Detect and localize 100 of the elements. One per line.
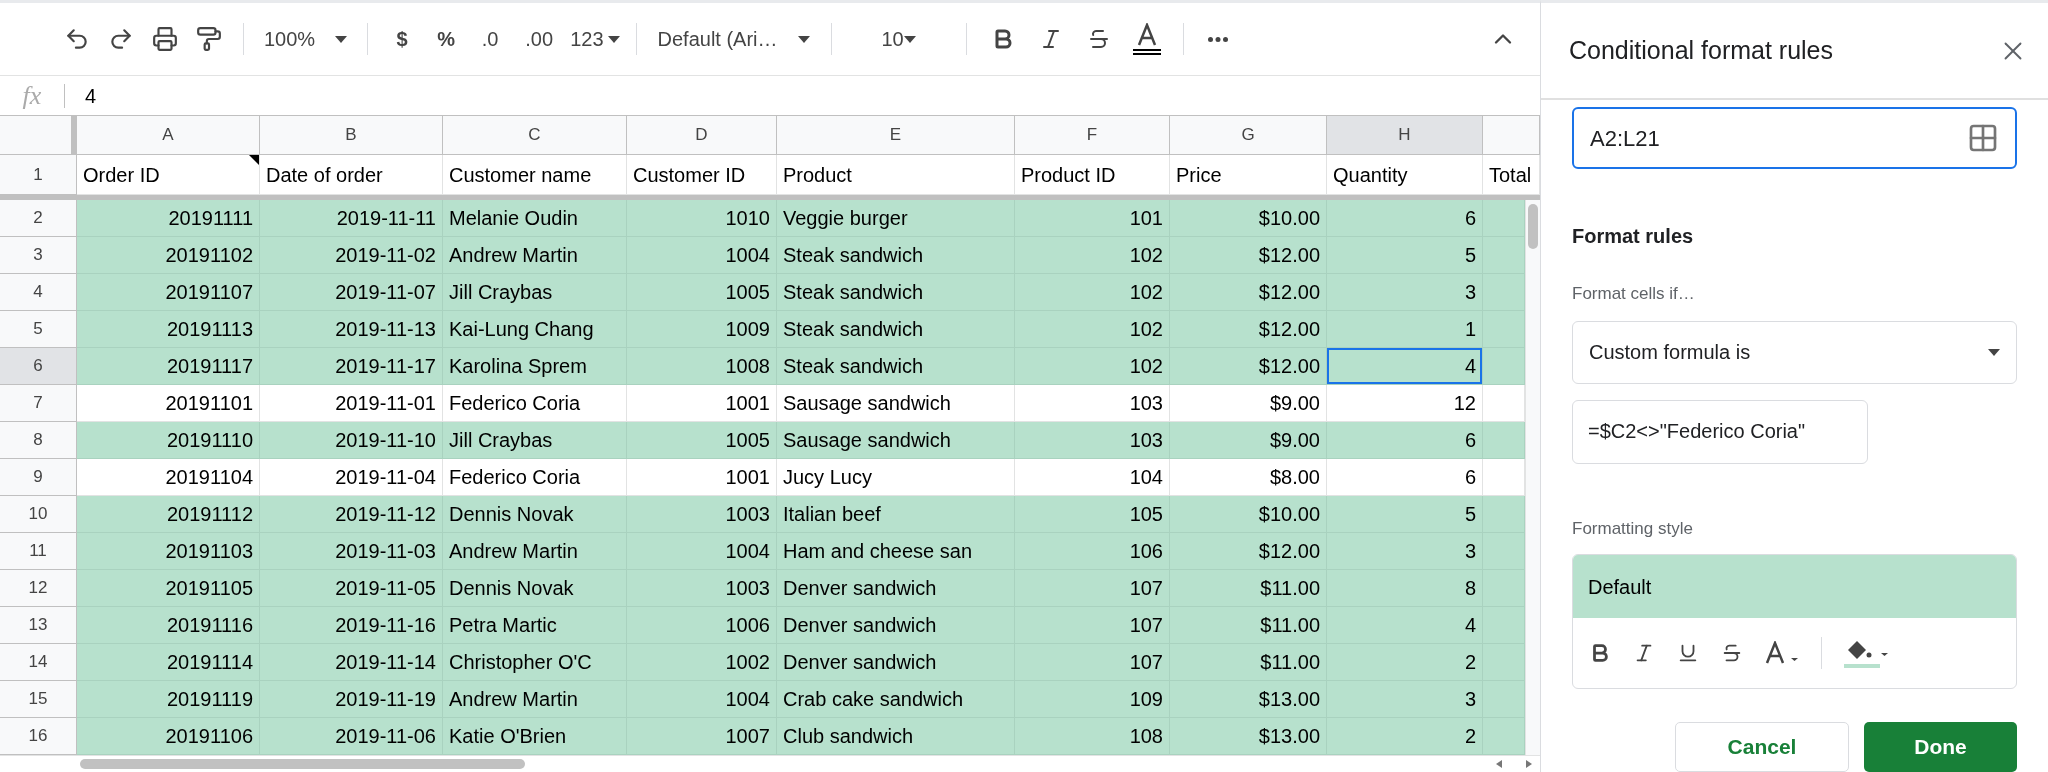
font-dropdown[interactable]: Default (Ari… (648, 19, 819, 59)
table-cell: 2019-11-02 (260, 237, 443, 274)
row-number[interactable]: 1 (0, 155, 77, 195)
table-cell: Dennis Novak (443, 496, 627, 533)
table-cell: 20191111 (77, 200, 260, 237)
table-cell: Ham and cheese san (777, 533, 1015, 570)
row-number[interactable]: 6 (0, 348, 77, 385)
number-format-dropdown[interactable]: 123 (566, 19, 624, 59)
row-number[interactable]: 8 (0, 422, 77, 459)
strikethrough-icon[interactable] (1721, 642, 1743, 664)
table-cell: 2019-11-05 (260, 570, 443, 607)
row-number[interactable]: 14 (0, 644, 77, 681)
currency-button[interactable]: $ (380, 19, 425, 59)
table-cell: 1005 (627, 422, 777, 459)
horizontal-scrollbar[interactable] (0, 755, 1540, 772)
table-cell: 20191113 (77, 311, 260, 348)
column-header[interactable]: E (777, 116, 1015, 155)
decrease-decimals-button[interactable]: .0 (468, 19, 513, 59)
field-label: Formatting style (1572, 517, 1694, 540)
underline-icon[interactable] (1677, 642, 1699, 664)
table-cell: 1001 (627, 459, 777, 496)
scrollbar-thumb[interactable] (80, 759, 525, 769)
table-cell: 6 (1327, 459, 1483, 496)
row-number[interactable]: 7 (0, 385, 77, 422)
column-header[interactable]: B (260, 116, 443, 155)
row-number[interactable]: 5 (0, 311, 77, 348)
row-number[interactable]: 15 (0, 681, 77, 718)
range-field[interactable]: A2:L21 (1572, 107, 2017, 169)
column-header[interactable]: H (1327, 116, 1483, 155)
column-header[interactable]: A (77, 116, 260, 155)
grid-icon (1967, 122, 1999, 154)
table-cell: 2019-11-01 (260, 385, 443, 422)
table-cell: 20191105 (77, 570, 260, 607)
formula-field[interactable]: =$C2<>"Federico Coria" (1572, 399, 1868, 464)
table-cell: 102 (1015, 311, 1170, 348)
table-cell: Jill Craybas (443, 422, 627, 459)
table-cell: Sausage sandwich (777, 385, 1015, 422)
row-number[interactable]: 11 (0, 533, 77, 570)
table-cell: 2019-11-07 (260, 274, 443, 311)
table-cell: 2019-11-06 (260, 718, 443, 755)
row-number[interactable]: 16 (0, 718, 77, 755)
table-cell: Steak sandwich (777, 311, 1015, 348)
scroll-right-icon[interactable] (1526, 760, 1532, 768)
table-cell: Veggie burger (777, 200, 1015, 237)
table-cell: Federico Coria (443, 385, 627, 422)
table-cell: 1010 (627, 200, 777, 237)
cancel-button[interactable]: Cancel (1675, 722, 1849, 772)
vertical-scrollbar[interactable] (1525, 200, 1540, 755)
formula-input[interactable]: 4 (85, 80, 1540, 111)
panel-title: Conditional format rules (1569, 34, 1833, 66)
text-color-icon[interactable] (1765, 641, 1799, 665)
table-cell: 1006 (627, 607, 777, 644)
fx-label: fx (21, 80, 43, 112)
font-size-dropdown[interactable]: 10 (843, 19, 954, 59)
scrollbar-thumb[interactable] (1528, 204, 1538, 249)
row-number[interactable]: 12 (0, 570, 77, 607)
row-number[interactable]: 9 (0, 459, 77, 496)
column-header[interactable]: F (1015, 116, 1170, 155)
table-cell: 101 (1015, 200, 1170, 237)
table-cell: 107 (1015, 570, 1170, 607)
text-color-icon (1132, 23, 1161, 55)
table-cell: Denver sandwich (777, 570, 1015, 607)
increase-decimals-button[interactable]: .00 (512, 19, 567, 59)
row-number[interactable]: 10 (0, 496, 77, 533)
fill-color-icon[interactable] (1844, 638, 1888, 668)
table-cell: 20191117 (77, 348, 260, 385)
table-cell: Steak sandwich (777, 348, 1015, 385)
table-cell: $10.00 (1170, 200, 1327, 237)
condition-dropdown[interactable]: Custom formula is (1572, 320, 2017, 384)
table-cell: 105 (1015, 496, 1170, 533)
redo-icon (108, 26, 134, 52)
paint-roller-icon (196, 26, 222, 52)
caret-icon (903, 35, 916, 43)
table-cell: Andrew Martin (443, 533, 627, 570)
table-cell: 102 (1015, 274, 1170, 311)
table-cell: 1003 (627, 496, 777, 533)
more-icon (1207, 36, 1228, 42)
table-cell: $13.00 (1170, 681, 1327, 718)
row-number[interactable]: 3 (0, 237, 77, 274)
table-cell: 1008 (627, 348, 777, 385)
table-cell: 1004 (627, 681, 777, 718)
table-cell: 106 (1015, 533, 1170, 570)
table-cell: $12.00 (1170, 237, 1327, 274)
table-cell: 1004 (627, 533, 777, 570)
row-number[interactable]: 13 (0, 607, 77, 644)
scroll-left-icon[interactable] (1496, 760, 1502, 768)
table-cell: 6 (1327, 422, 1483, 459)
column-header[interactable]: C (443, 116, 627, 155)
table-cell: 2 (1327, 718, 1483, 755)
zoom-dropdown[interactable]: 100% (256, 19, 356, 59)
table-cell: 20191119 (77, 681, 260, 718)
percent-button[interactable]: % (424, 19, 469, 59)
table-cell: Denver sandwich (777, 607, 1015, 644)
table-cell: Kai-Lung Chang (443, 311, 627, 348)
row-number[interactable]: 2 (0, 200, 77, 237)
column-header[interactable]: D (627, 116, 777, 155)
table-cell: 3 (1327, 533, 1483, 570)
row-number[interactable]: 4 (0, 274, 77, 311)
table-cell: 20191102 (77, 237, 260, 274)
done-button[interactable]: Done (1864, 722, 2017, 772)
